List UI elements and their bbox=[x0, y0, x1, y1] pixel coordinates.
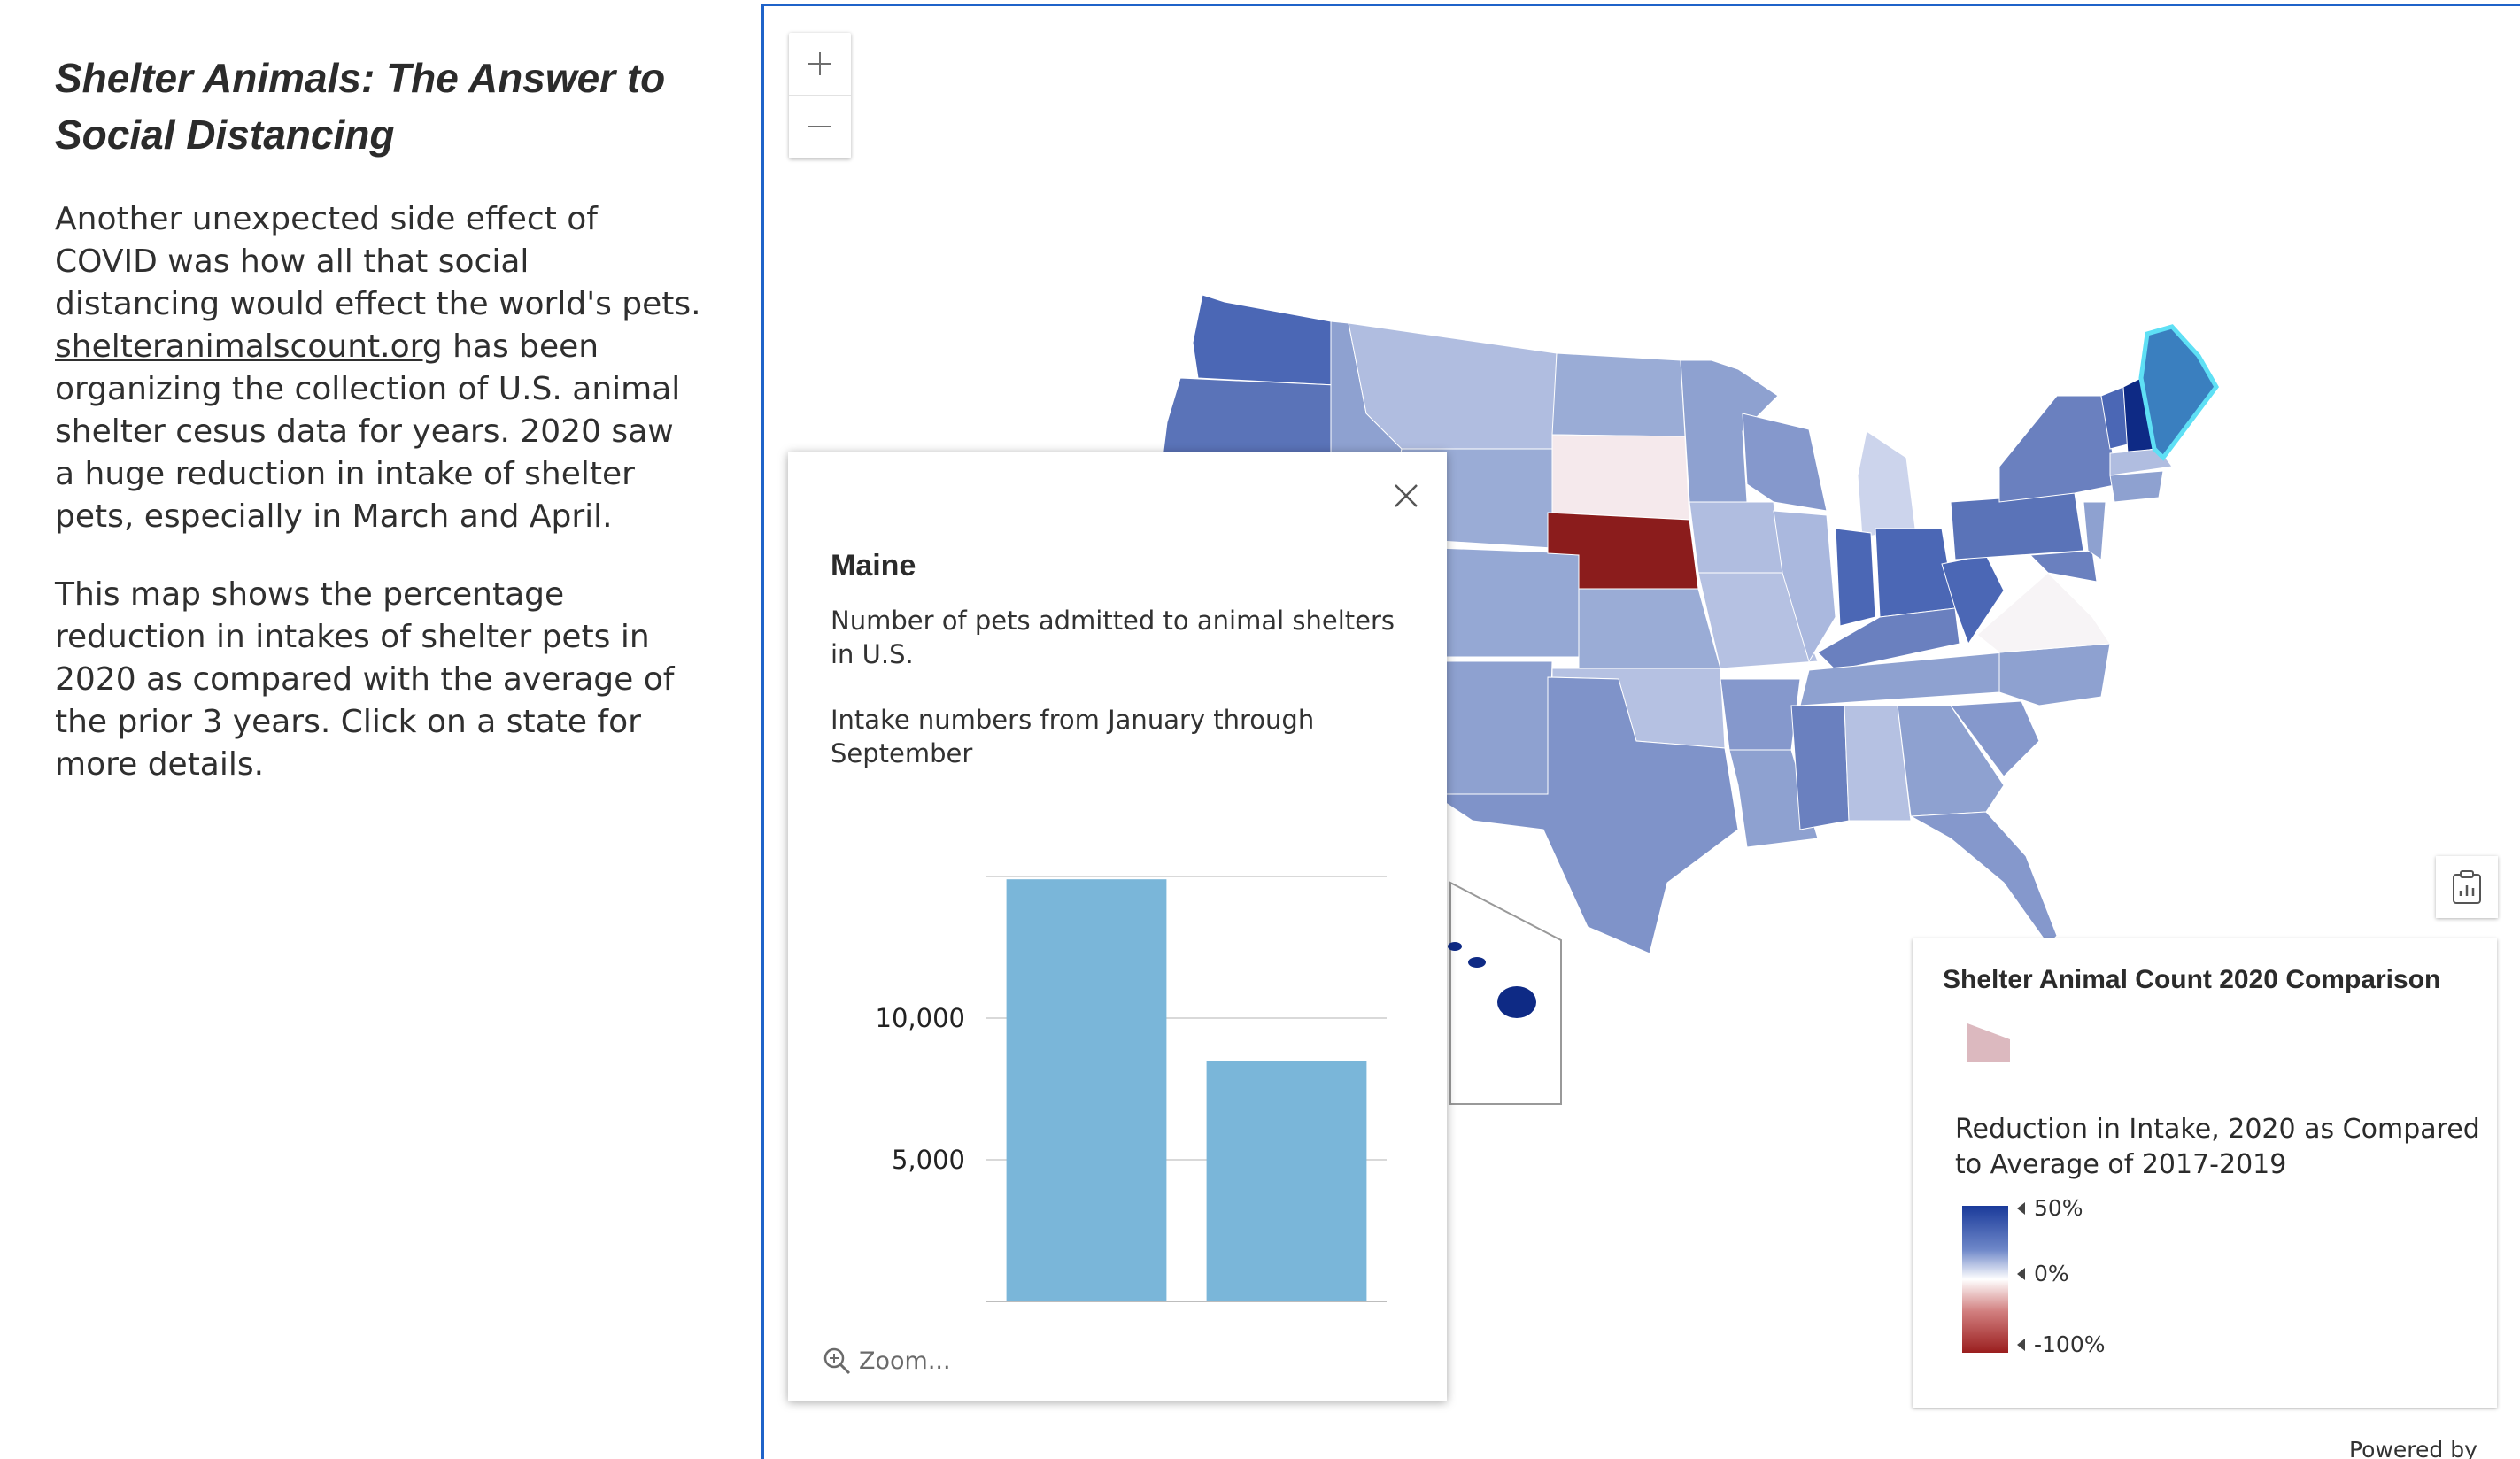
state-north-carolina[interactable] bbox=[1998, 643, 2111, 706]
state-arkansas[interactable] bbox=[1720, 678, 1801, 751]
legend-color-ramp bbox=[1962, 1206, 2008, 1353]
legend-title: Shelter Animal Count 2020 Comparison bbox=[1943, 965, 2441, 994]
state-maryland[interactable] bbox=[2029, 550, 2098, 583]
shelter-animals-count-link[interactable]: shelteranimalscount.org bbox=[55, 328, 443, 365]
state-hawaii[interactable] bbox=[1497, 986, 1536, 1018]
state-pennsylvania[interactable] bbox=[1950, 492, 2084, 560]
zoom-in-icon bbox=[823, 1347, 851, 1375]
close-icon bbox=[1395, 484, 1418, 507]
story-paragraph-1: Another unexpected side effect of COVID … bbox=[55, 198, 701, 538]
legend-stop-low: -100% bbox=[2017, 1332, 2106, 1357]
popup-description: Number of pets admitted to animal shelte… bbox=[831, 606, 1395, 669]
state-south-dakota[interactable] bbox=[1551, 434, 1690, 521]
chart-bar[interactable] bbox=[1206, 1061, 1367, 1301]
hawaii-maui[interactable] bbox=[1468, 957, 1486, 968]
state-washington[interactable] bbox=[1192, 294, 1336, 386]
state-colorado[interactable] bbox=[1436, 547, 1580, 658]
zoom-in-button[interactable] bbox=[789, 33, 851, 96]
state-north-dakota[interactable] bbox=[1551, 352, 1686, 437]
layer-list-button[interactable] bbox=[2436, 856, 2498, 918]
story-panel: Shelter Animals: The Answer to Social Di… bbox=[55, 50, 701, 822]
plus-icon bbox=[808, 52, 831, 75]
popup-zoom-action[interactable]: Zoom... bbox=[822, 1346, 951, 1376]
state-florida[interactable] bbox=[1909, 811, 2058, 946]
intake-bar-chart: 5,000 10,000 bbox=[876, 876, 1387, 1302]
state-wisconsin[interactable] bbox=[1742, 413, 1828, 512]
state-new-mexico[interactable] bbox=[1432, 660, 1553, 795]
minus-icon bbox=[808, 126, 831, 127]
hawaii-oahu[interactable] bbox=[1448, 942, 1462, 951]
map-attribution: Powered by Esri bbox=[2349, 1437, 2477, 1459]
y-tick-label: 5,000 bbox=[892, 1145, 965, 1175]
zoom-out-button[interactable] bbox=[789, 96, 851, 158]
state-michigan[interactable] bbox=[1857, 430, 1916, 538]
story-title: Shelter Animals: The Answer to Social Di… bbox=[55, 55, 666, 158]
state-iowa[interactable] bbox=[1689, 501, 1783, 574]
popup-subtitle: Intake numbers from January through Sept… bbox=[831, 705, 1315, 768]
state-mississippi[interactable] bbox=[1790, 705, 1850, 830]
clipboard-chart-icon bbox=[2453, 870, 2481, 904]
popup-zoom-label: Zoom... bbox=[859, 1347, 951, 1375]
story-paragraph-2: This map shows the percentage reduction … bbox=[55, 576, 675, 783]
state-connecticut-ri[interactable] bbox=[2109, 470, 2164, 503]
chart-bar[interactable] bbox=[1006, 879, 1167, 1301]
legend-stop-high: 50% bbox=[2017, 1195, 2083, 1221]
state-new-york[interactable] bbox=[1998, 395, 2120, 503]
map-legend: Shelter Animal Count 2020 Comparison Red… bbox=[1913, 938, 2497, 1408]
feature-popup: Maine Number of pets admitted to animal … bbox=[788, 452, 1447, 1401]
story-text-intro: Another unexpected side effect of COVID … bbox=[55, 201, 701, 322]
state-maine-selected[interactable] bbox=[2138, 324, 2219, 461]
y-tick-label: 10,000 bbox=[876, 1003, 965, 1033]
state-kansas[interactable] bbox=[1578, 588, 1721, 669]
legend-swatch bbox=[1967, 1023, 2010, 1062]
popup-close-button[interactable] bbox=[1387, 476, 1426, 515]
legend-field-label: Reduction in Intake, 2020 as Compared to… bbox=[1955, 1114, 2480, 1180]
popup-title: Maine bbox=[831, 549, 916, 583]
state-indiana[interactable] bbox=[1835, 528, 1876, 627]
state-ohio[interactable] bbox=[1875, 528, 1956, 618]
legend-stop-mid: 0% bbox=[2017, 1261, 2069, 1286]
zoom-control bbox=[789, 33, 851, 158]
